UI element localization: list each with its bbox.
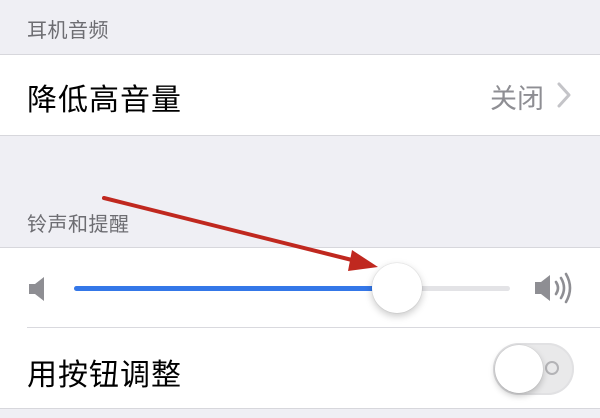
ringer-volume-thumb[interactable] xyxy=(372,263,422,313)
ringer-volume-fill xyxy=(74,286,397,291)
speaker-low-icon xyxy=(29,277,44,301)
ringer-alerts-header: 铃声和提醒 xyxy=(27,212,130,236)
headphone-audio-header: 耳机音频 xyxy=(27,18,109,42)
change-with-buttons-label: 用按钮调整 xyxy=(27,358,182,393)
reduce-loud-audio-label: 降低高音量 xyxy=(27,83,182,118)
toggle-knob xyxy=(495,345,543,393)
headphone-audio-group: 降低高音量 关闭 xyxy=(0,54,600,136)
chevron-right-icon xyxy=(557,82,571,108)
ringer-volume-slider[interactable] xyxy=(74,286,510,291)
reduce-loud-audio-row[interactable]: 降低高音量 关闭 xyxy=(0,55,600,135)
reduce-loud-audio-value: 关闭 xyxy=(490,84,544,115)
speaker-high-icon xyxy=(535,272,572,304)
toggle-off-indicator-icon xyxy=(545,361,559,375)
change-with-buttons-toggle[interactable] xyxy=(493,343,574,395)
